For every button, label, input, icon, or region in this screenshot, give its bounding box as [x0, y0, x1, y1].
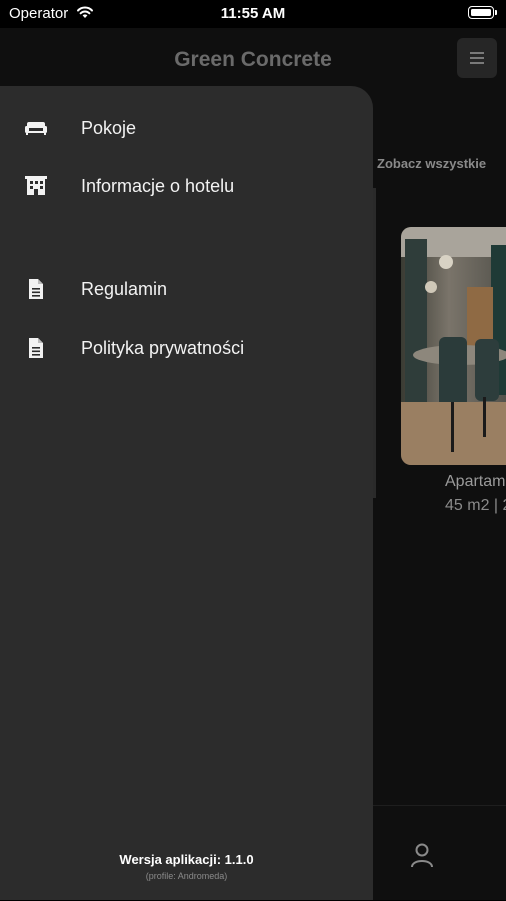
- app-version: Wersja aplikacji: 1.1.0: [119, 852, 254, 867]
- drawer-item-label: Regulamin: [81, 279, 168, 299]
- app-header: Green Concrete: [0, 28, 506, 92]
- see-all-link[interactable]: Zobacz wszystkie: [377, 156, 486, 171]
- clock: 11:55 AM: [220, 5, 286, 22]
- sofa-icon: [24, 116, 48, 140]
- profile-note: (profile: Andromeda): [145, 871, 228, 881]
- drawer-item-rooms[interactable]: Pokoje: [0, 103, 373, 153]
- document-icon: [24, 277, 48, 301]
- document-icon: [24, 336, 48, 360]
- menu-button[interactable]: [457, 38, 497, 78]
- drawer-item-hotel-info[interactable]: Informacje o hotelu: [0, 161, 373, 211]
- user-icon[interactable]: [409, 842, 435, 873]
- apartment-name: Apartam: [445, 473, 506, 490]
- drawer-item-label: Pokoje: [81, 118, 137, 138]
- drawer-item-label: Informacje o hotelu: [81, 176, 235, 196]
- app-title: Green Concrete: [174, 48, 332, 71]
- status-bar: Operator 11:55 AM: [0, 0, 506, 28]
- apartment-info: 45 m2 | 2: [445, 497, 506, 514]
- drawer-item-privacy-policy[interactable]: Polityka prywatności: [0, 323, 373, 373]
- navigation-drawer: Pokoje Informacje o hotelu Regulamin Pol…: [0, 86, 373, 900]
- hamburger-icon: [470, 52, 484, 54]
- building-icon: [24, 174, 48, 198]
- apartment-photo[interactable]: [401, 227, 506, 465]
- drawer-item-label: Polityka prywatności: [81, 338, 245, 358]
- drawer-item-regulations[interactable]: Regulamin: [0, 264, 373, 314]
- battery-icon: [468, 6, 497, 19]
